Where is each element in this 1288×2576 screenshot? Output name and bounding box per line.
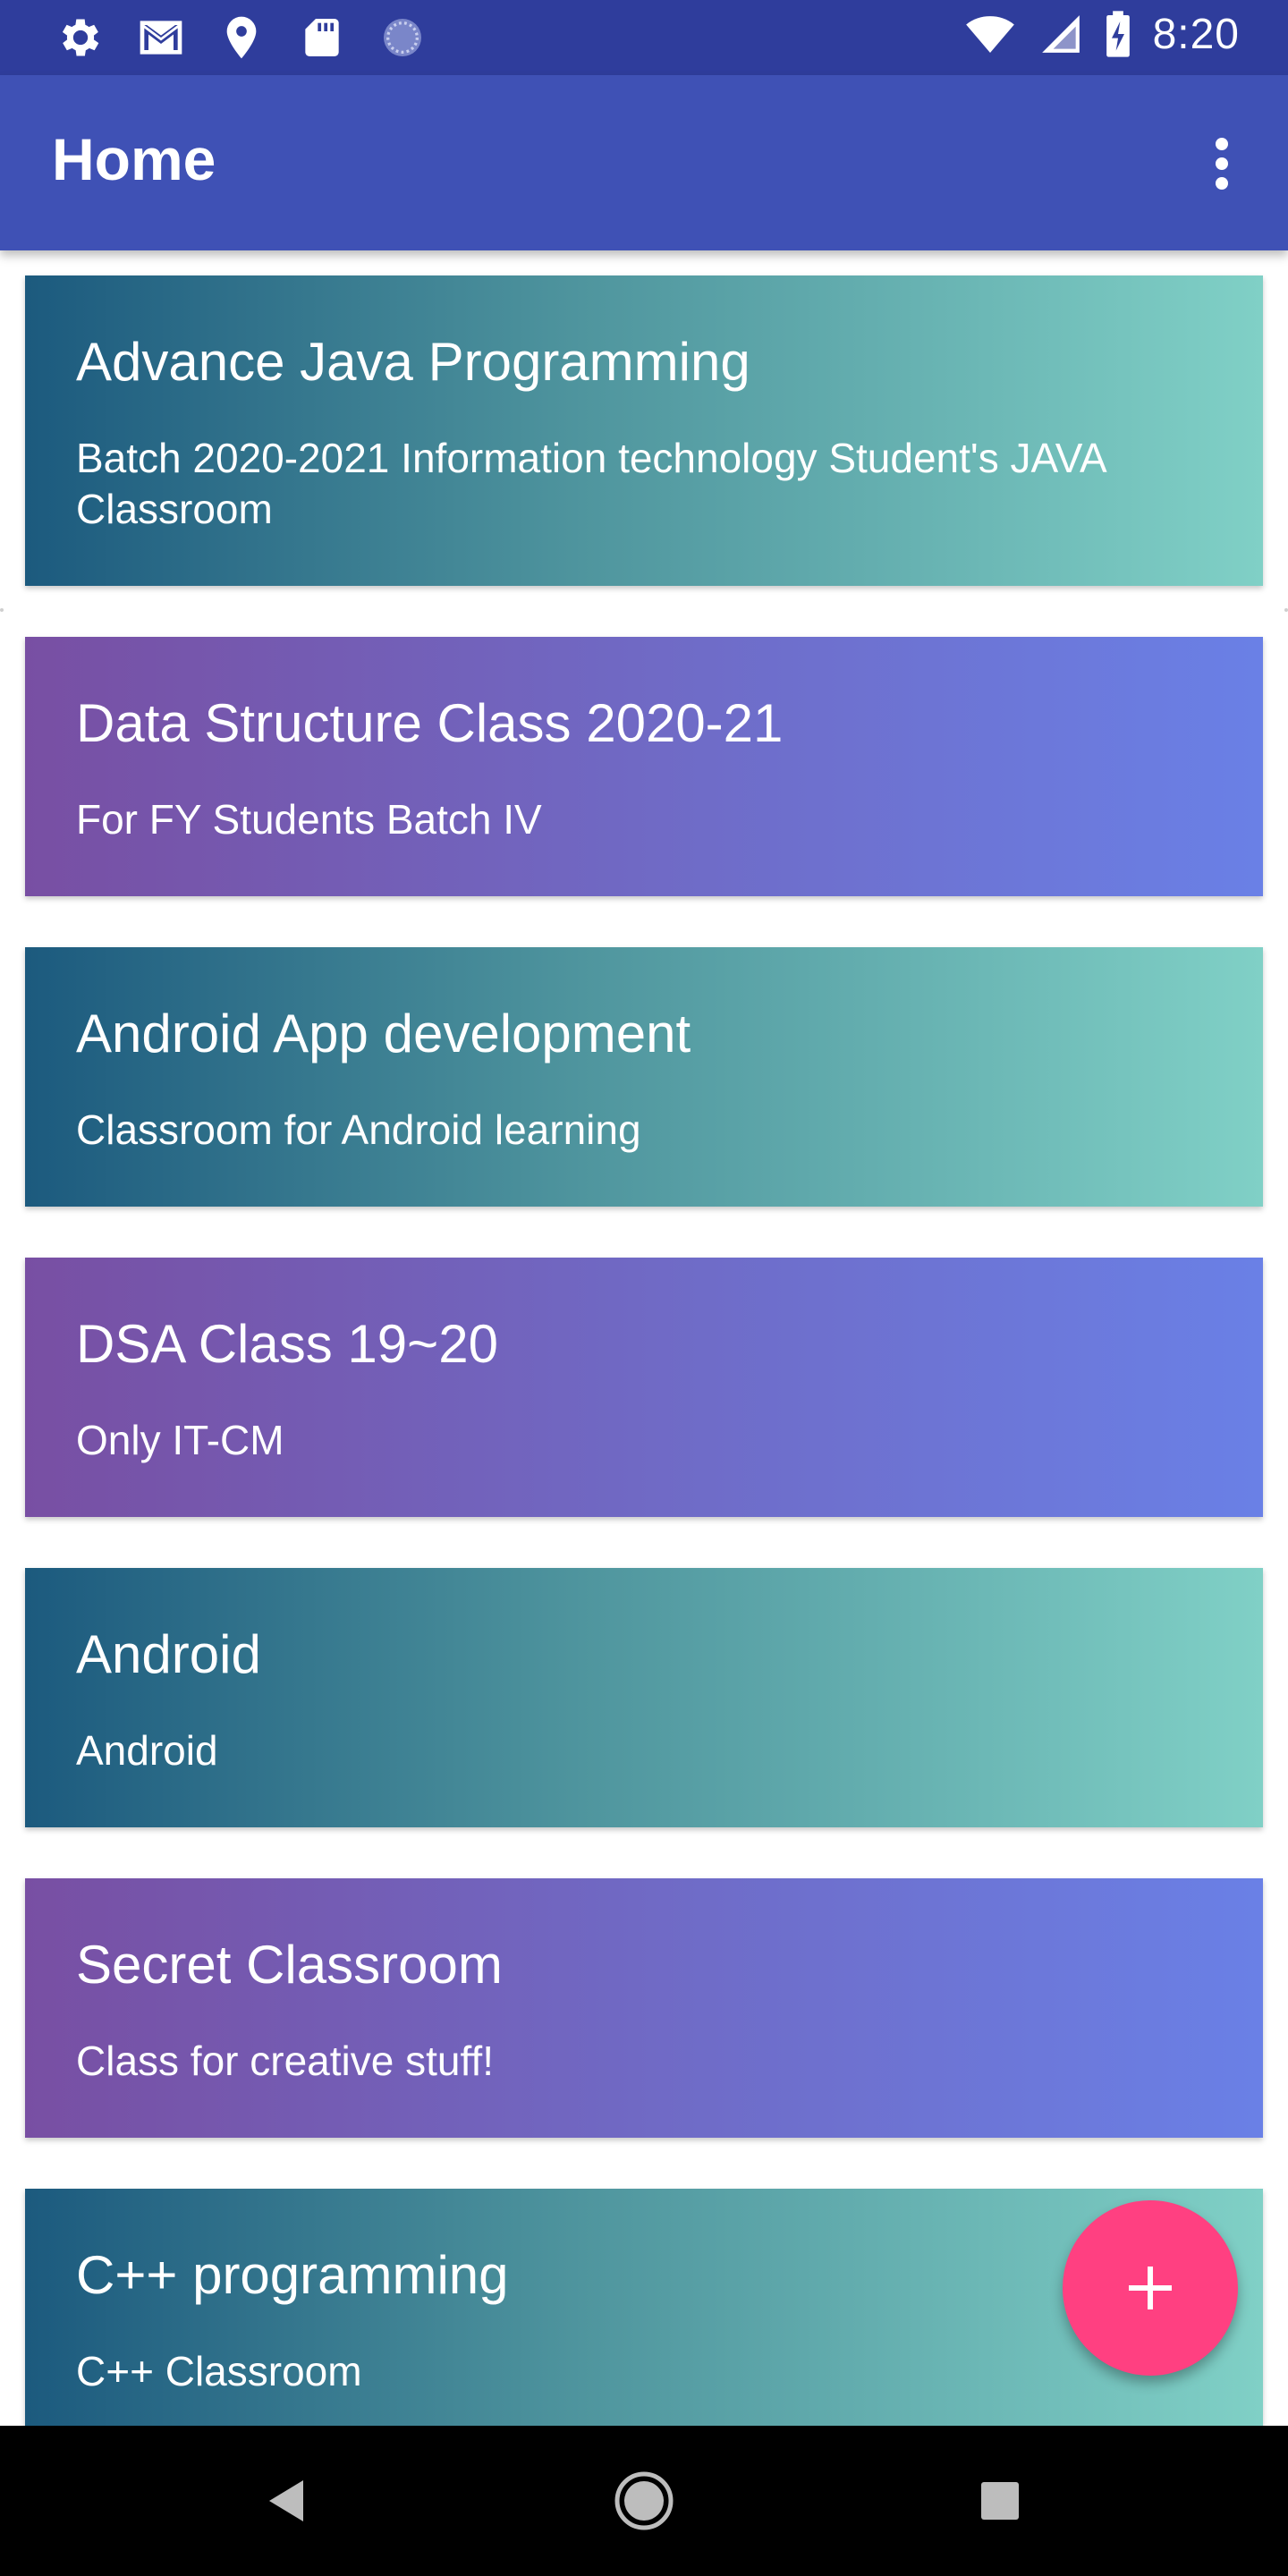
class-subtitle: Class for creative stuff! xyxy=(76,2038,494,2084)
navigation-bar xyxy=(0,2426,1288,2576)
class-card[interactable]: Secret Classroom Class for creative stuf… xyxy=(25,1878,1263,2138)
class-card[interactable]: Data Structure Class 2020-21 For FY Stud… xyxy=(25,637,1263,896)
add-class-button[interactable] xyxy=(1063,2200,1238,2376)
gmail-icon xyxy=(140,21,182,55)
recents-icon xyxy=(981,2482,1019,2520)
status-bar: 8:20 xyxy=(0,0,1288,75)
back-button[interactable] xyxy=(242,2456,331,2546)
class-title: Data Structure Class 2020-21 xyxy=(76,693,784,753)
class-title: Android App development xyxy=(76,1004,691,1063)
location-icon xyxy=(226,16,257,59)
settings-icon xyxy=(62,19,99,56)
recents-button[interactable] xyxy=(955,2456,1045,2546)
class-subtitle: C++ Classroom xyxy=(76,2348,362,2394)
class-title: DSA Class 19~20 xyxy=(76,1314,498,1374)
class-title: Secret Classroom xyxy=(76,1935,503,1995)
class-subtitle: Classroom for Android learning xyxy=(76,1106,641,1153)
divider-dot xyxy=(0,608,4,612)
class-subtitle: Only IT-CM xyxy=(76,1417,284,1463)
home-button[interactable] xyxy=(599,2456,689,2546)
class-card[interactable]: DSA Class 19~20 Only IT-CM xyxy=(25,1258,1263,1517)
status-left-icons xyxy=(55,13,428,63)
divider-dot xyxy=(1284,608,1288,612)
class-card[interactable]: Android App development Classroom for An… xyxy=(25,947,1263,1207)
class-title: Advance Java Programming xyxy=(76,332,750,392)
class-card[interactable]: Advance Java Programming Batch 2020-2021… xyxy=(25,275,1263,586)
battery-charging-icon xyxy=(1106,11,1130,57)
back-icon xyxy=(269,2480,303,2521)
sd-card-icon xyxy=(305,19,339,56)
screen: 8:20 Home Advance Java Programming Batch… xyxy=(0,0,1288,2576)
page-title: Home xyxy=(52,126,216,192)
overflow-menu-button[interactable] xyxy=(1177,114,1267,213)
sync-icon xyxy=(384,19,421,56)
class-subtitle: Batch 2020-2021 Information technology S… xyxy=(76,435,1106,532)
class-card[interactable]: Android Android xyxy=(25,1568,1263,1827)
plus-icon xyxy=(1129,2267,1172,2309)
wifi-icon xyxy=(965,16,1014,53)
class-subtitle: For FY Students Batch IV xyxy=(76,796,542,843)
class-title: C++ programming xyxy=(76,2245,509,2305)
status-time: 8:20 xyxy=(1152,10,1240,58)
signal-icon xyxy=(1041,15,1080,53)
more-vert-icon xyxy=(1216,138,1228,190)
app-bar: Home xyxy=(0,75,1288,250)
status-right-icons: 8:20 xyxy=(962,9,1240,59)
class-list[interactable]: Advance Java Programming Batch 2020-2021… xyxy=(0,250,1288,2426)
class-title: Android xyxy=(76,1624,261,1684)
home-icon xyxy=(614,2471,674,2530)
class-subtitle: Android xyxy=(76,1727,218,1774)
